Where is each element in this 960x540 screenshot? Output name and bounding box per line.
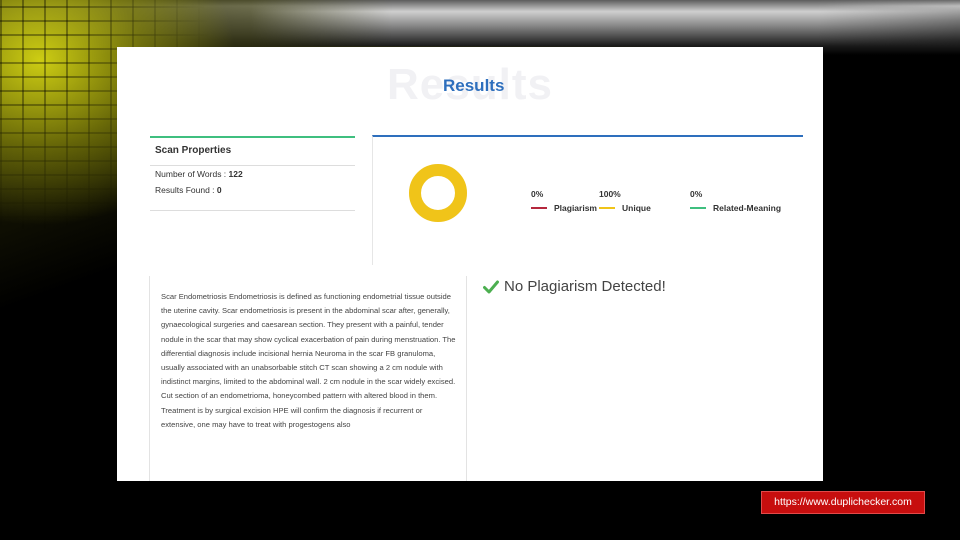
screenshot-panel: Results Results Scan Properties Number o…: [117, 47, 823, 481]
words-count-label: Number of Words :: [155, 169, 229, 179]
results-found-value: 0: [216, 185, 222, 195]
verdict-text: No Plagiarism Detected!: [504, 278, 666, 295]
unique-donut-chart: [409, 164, 467, 222]
results-found-label: Results Found :: [155, 185, 217, 195]
donut-unique-ring: [409, 164, 467, 222]
stat-unique: 100% Unique: [599, 189, 651, 213]
stat-related-meaning: 0% Related-Meaning: [690, 189, 781, 213]
words-count-value: 122: [228, 169, 243, 179]
stat-plagiarism-percent: 0%: [531, 189, 544, 199]
stats-card: 0% Plagiarism 100% Unique 0% Related-Mea…: [372, 135, 803, 265]
stat-related-meaning-swatch: [690, 207, 706, 209]
stat-plagiarism-label: Plagiarism: [554, 203, 597, 213]
stat-related-meaning-label: Related-Meaning: [713, 203, 782, 213]
checked-text: Scar Endometriosis Endometriosis is defi…: [161, 292, 456, 429]
words-count-row: Number of Words : 122: [150, 166, 355, 182]
scan-properties-card: Scan Properties Number of Words : 122 Re…: [150, 136, 355, 211]
stat-unique-swatch: [599, 207, 615, 209]
scan-properties-divider: [150, 210, 355, 211]
stat-related-meaning-percent: 0%: [690, 189, 703, 199]
verdict: No Plagiarism Detected!: [483, 278, 666, 295]
results-found-row: Results Found : 0: [150, 182, 355, 198]
checked-text-area[interactable]: Scar Endometriosis Endometriosis is defi…: [149, 276, 467, 481]
source-label: https://www.duplichecker.com: [761, 491, 925, 514]
background-top-strip: [250, 0, 960, 46]
stat-unique-percent: 100%: [599, 189, 621, 199]
results-title: Results: [443, 76, 505, 95]
stat-plagiarism: 0% Plagiarism: [531, 189, 597, 213]
checkmark-icon: [483, 280, 499, 293]
stat-unique-label: Unique: [622, 203, 651, 213]
stat-plagiarism-swatch: [531, 207, 547, 209]
scan-properties-heading: Scan Properties: [150, 138, 355, 166]
